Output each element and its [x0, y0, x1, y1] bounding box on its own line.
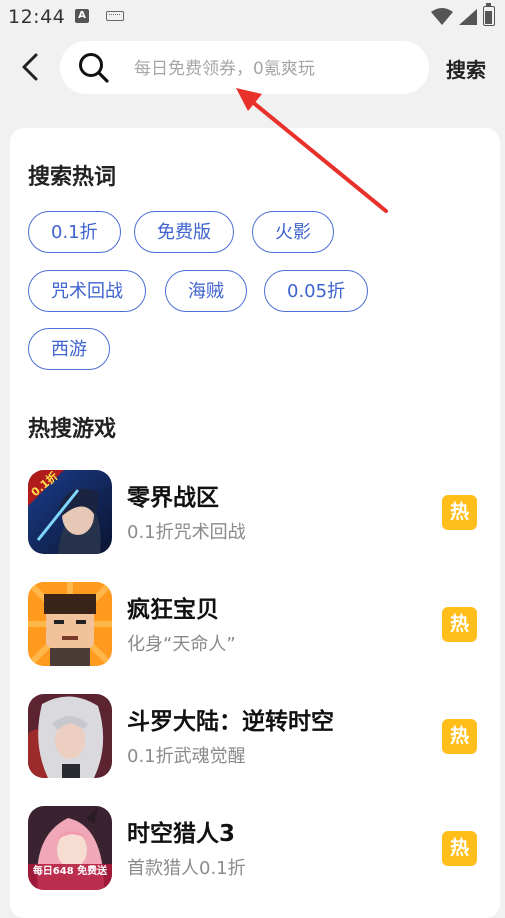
game-item[interactable]: 斗罗大陆：逆转时空 0.1折武魂觉醒 热	[28, 694, 490, 780]
hot-word-chip[interactable]: 咒术回战	[28, 270, 146, 312]
hot-word-chip[interactable]: 0.05折	[264, 270, 369, 312]
hot-badge: 热	[442, 719, 477, 754]
game-name: 疯狂宝贝	[127, 597, 219, 623]
anime-swordsman-icon: 0.1折	[28, 470, 112, 554]
signal-icon	[459, 9, 477, 25]
search-panel: 搜索热词 0.1折 免费版 火影 咒术回战 海贼 0.05折 西游 热搜游戏 0…	[10, 128, 500, 918]
pink-hair-girl-icon: 每日648 免费送	[28, 806, 112, 890]
game-desc: 0.1折咒术回战	[127, 522, 246, 543]
icon-overlay-text: 每日648 免费送	[32, 866, 108, 877]
game-desc: 0.1折武魂觉醒	[127, 746, 246, 767]
hot-word-chip[interactable]: 免费版	[134, 211, 234, 253]
search-box[interactable]	[60, 41, 429, 96]
hot-badge: 热	[442, 607, 477, 642]
hot-word-chip[interactable]: 海贼	[165, 270, 247, 312]
game-name: 时空猎人3	[127, 821, 236, 847]
hot-word-chip[interactable]: 火影	[252, 211, 334, 253]
hot-words-title: 搜索热词	[28, 165, 117, 190]
game-item[interactable]: 疯狂宝贝 化身“天命人” 热	[28, 582, 490, 668]
hot-word-chip[interactable]: 西游	[28, 328, 110, 370]
hot-word-chip[interactable]: 0.1折	[28, 211, 121, 253]
game-name: 斗罗大陆：逆转时空	[127, 709, 334, 735]
game-name: 零界战区	[127, 485, 219, 511]
keyboard-icon	[106, 11, 124, 21]
silver-hair-hero-icon	[28, 694, 112, 778]
wifi-icon	[431, 8, 453, 25]
status-time: 12:44	[8, 6, 66, 28]
hot-badge: 热	[442, 831, 477, 866]
game-desc: 首款猎人0.1折	[127, 858, 246, 879]
hot-badge: 热	[442, 495, 477, 530]
hot-games-title: 热搜游戏	[28, 417, 117, 442]
cartoon-boy-icon	[28, 582, 112, 666]
notification-a-icon: A	[75, 9, 89, 23]
game-item[interactable]: 每日648 免费送 时空猎人3 首款猎人0.1折 热	[28, 806, 490, 892]
game-item[interactable]: 0.1折 零界战区 0.1折咒术回战 热	[28, 470, 490, 556]
status-bar: 12:44 A	[0, 0, 505, 34]
search-input[interactable]	[132, 41, 416, 96]
search-icon	[79, 53, 109, 83]
game-desc: 化身“天命人”	[127, 634, 236, 655]
search-button[interactable]: 搜索	[446, 54, 486, 83]
back-arrow-icon[interactable]	[14, 50, 48, 84]
battery-icon	[483, 3, 495, 26]
